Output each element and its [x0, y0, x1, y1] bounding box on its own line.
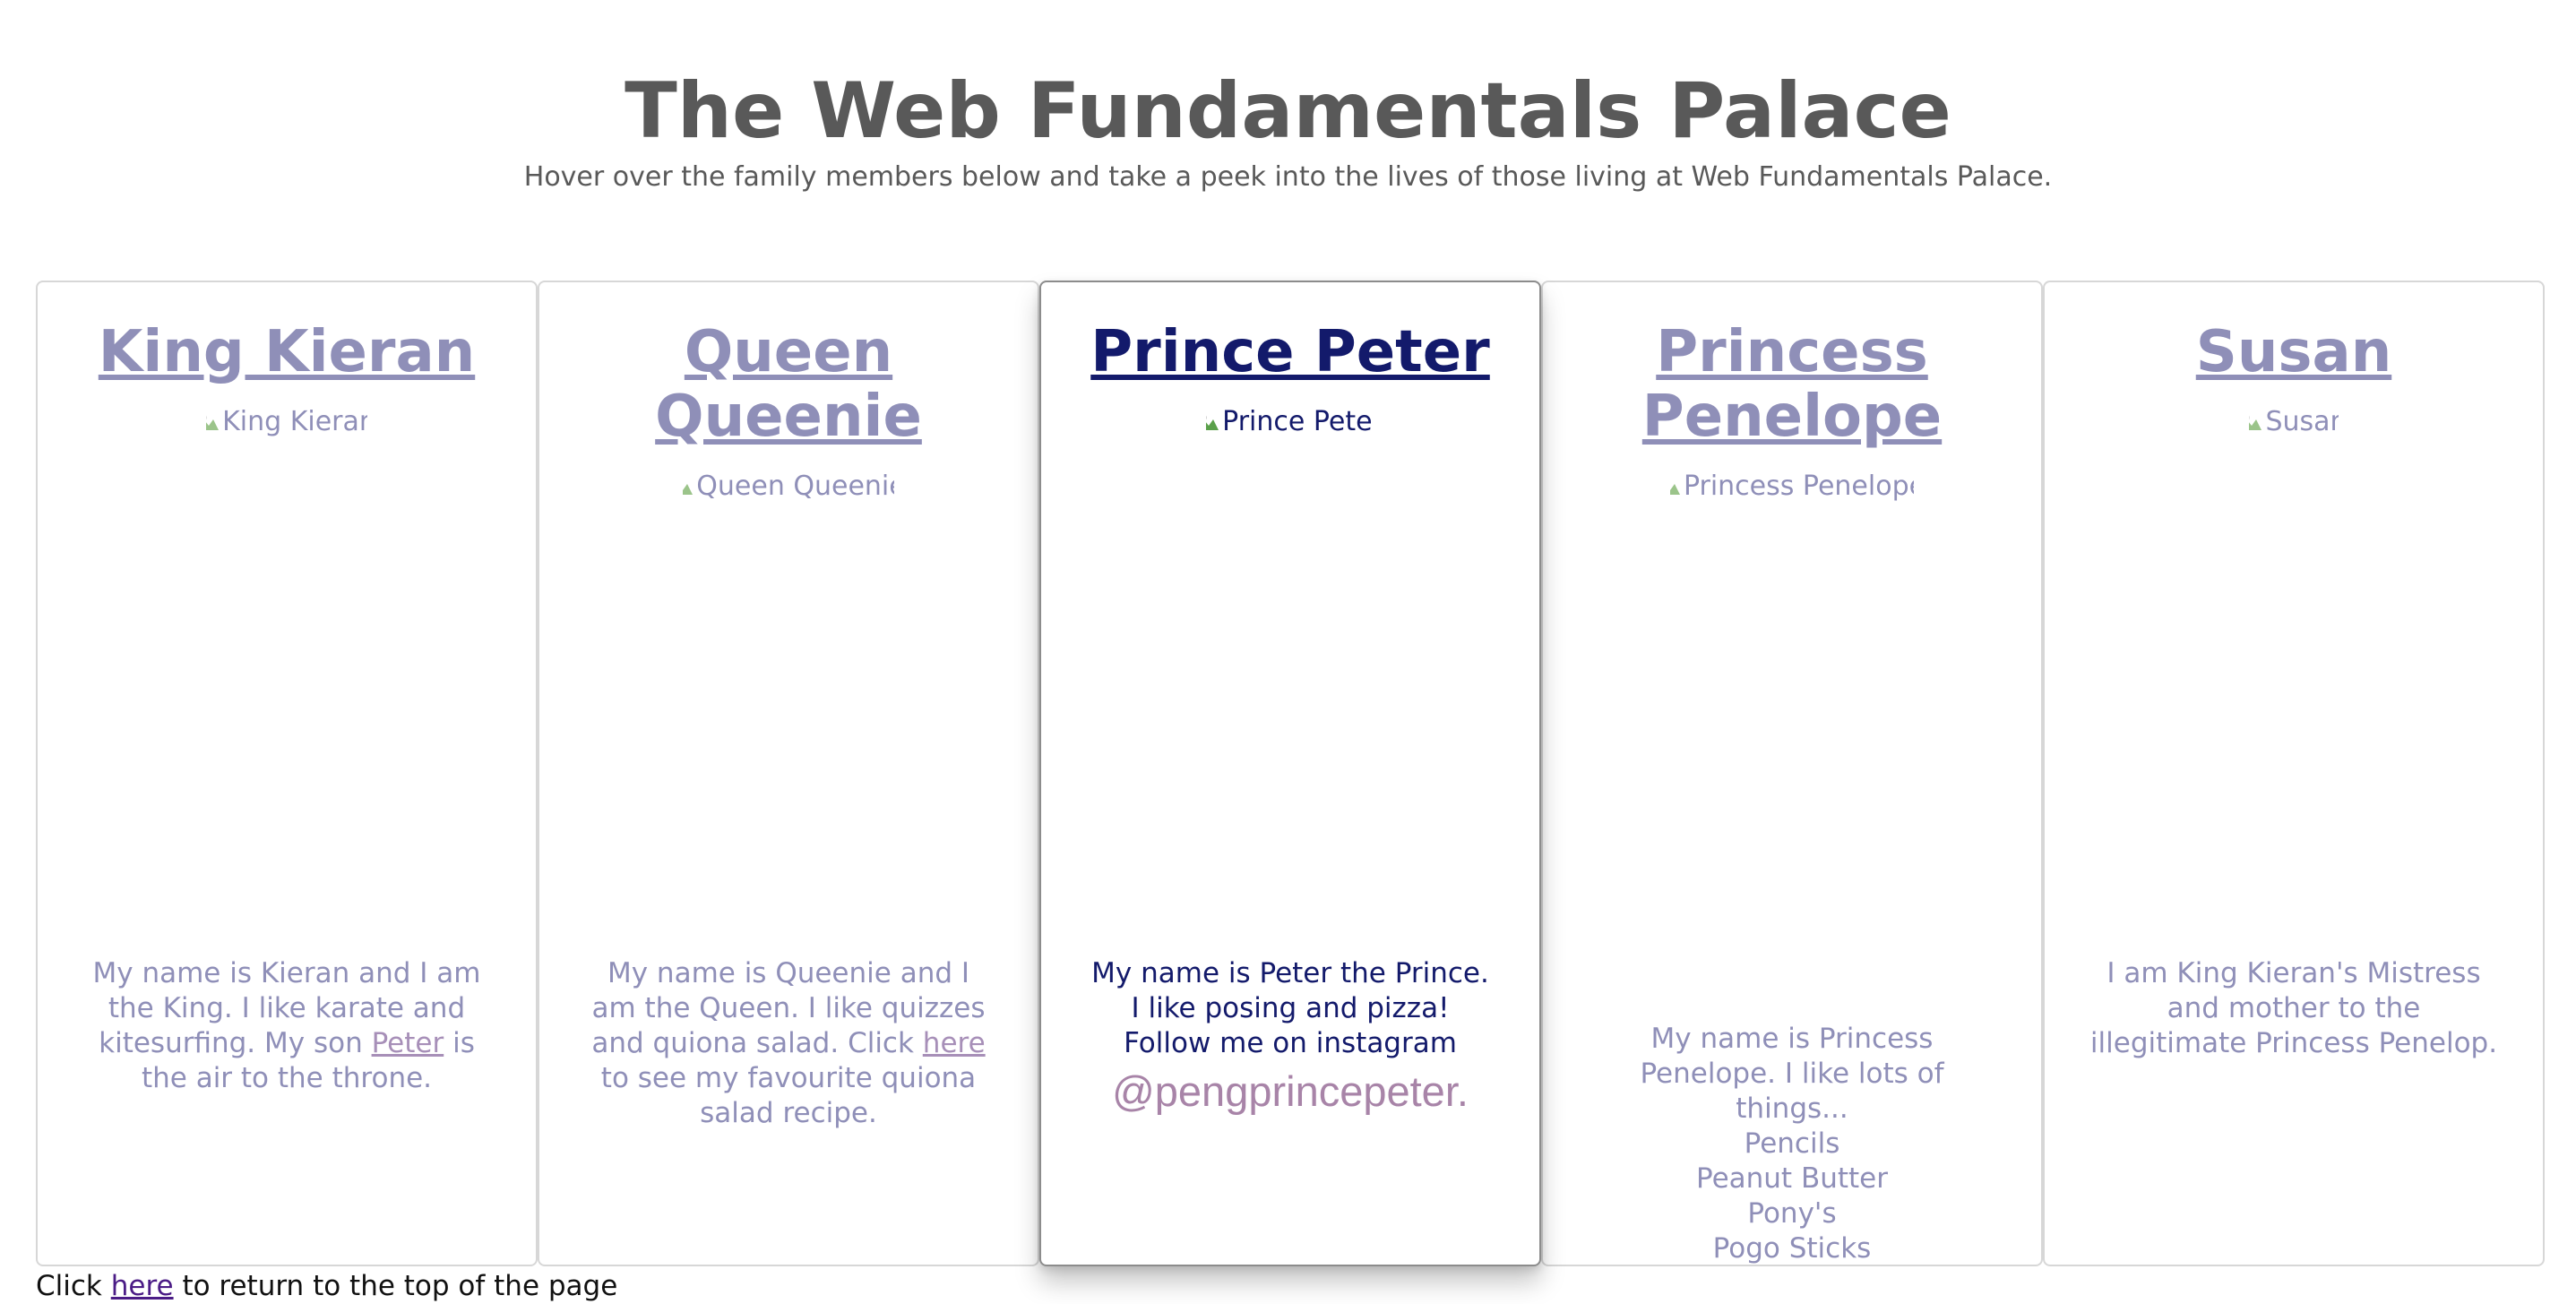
card-title-link[interactable]: King Kieran — [56, 320, 518, 384]
page-subtitle: Hover over the family members below and … — [523, 161, 2053, 193]
card-prince-peter[interactable]: Prince Peter Prince Peter My name is Pet… — [1039, 281, 1541, 1266]
list-item: Peanut Butter — [1695, 1162, 1888, 1195]
family-cards: King Kieran King Kieran My name is Kiera… — [36, 281, 2545, 1268]
instagram-handle: @pengprincepeter. — [1112, 1067, 1469, 1115]
card-queen-queenie[interactable]: Queen Queenie Queen Queenie My name is Q… — [538, 281, 1039, 1266]
card-princess-penelope[interactable]: Princess Penelope Princess Penelope My na… — [1541, 281, 2043, 1266]
card-description: My name is Queenie and I am the Queen. I… — [582, 956, 995, 1131]
page-title: The Web Fundamentals Palace — [625, 66, 1951, 156]
image-alt-text: Susan — [2265, 406, 2339, 437]
image-alt-text: Prince Peter — [1222, 406, 1374, 437]
card-title-line-1: Princess — [1656, 319, 1928, 385]
card-title-line-2: Penelope — [1641, 384, 1943, 450]
card-title-link[interactable]: Princess Penelope — [1561, 320, 2023, 449]
list-item: Pogo Sticks — [1712, 1232, 1872, 1265]
desc-text: I am King Kieran's Mistress and mother t… — [2089, 957, 2498, 1059]
broken-image: Princess Penelope — [1670, 469, 1914, 505]
card-title-link[interactable]: Susan — [2063, 320, 2525, 384]
footer: Click here to return to the top of the p… — [36, 1268, 617, 1304]
card-description: I am King Kieran's Mistress and mother t… — [2088, 956, 2500, 1061]
broken-image-icon — [1670, 477, 1682, 497]
page-header: The Web Fundamentals Palace Hover over t… — [0, 63, 2576, 195]
footer-text: Click — [36, 1270, 111, 1302]
card-susan[interactable]: Susan Susan I am King Kieran's Mistress … — [2043, 281, 2545, 1266]
broken-image-icon — [683, 477, 694, 497]
card-description: My name is Princess Penelope. I like lot… — [1586, 1022, 1998, 1266]
broken-image: Susan — [2249, 404, 2339, 440]
likes-list: Pencils Peanut Butter Pony's Pogo Sticks — [1586, 1127, 1998, 1266]
desc-text: My name is Peter the Prince. I like posi… — [1091, 957, 1489, 1059]
card-title-link[interactable]: Queen Queenie — [557, 320, 1020, 449]
image-alt-text: King Kieran — [222, 406, 367, 437]
return-to-top-link[interactable]: here — [111, 1270, 174, 1302]
card-description: My name is Kieran and I am the King. I l… — [81, 956, 493, 1096]
desc-link[interactable]: Peter — [372, 1027, 444, 1059]
list-item: Pony's — [1747, 1197, 1837, 1230]
broken-image-icon — [206, 412, 220, 432]
desc-text: My name is Princess Penelope. I like lot… — [1640, 1023, 1944, 1125]
desc-link[interactable]: here — [923, 1027, 986, 1059]
card-title-link[interactable]: Prince Peter — [1059, 320, 1521, 384]
card-description: My name is Peter the Prince. I like posi… — [1084, 956, 1496, 1118]
image-alt-text: Queen Queenie — [696, 471, 894, 502]
desc-text-after: to see my favourite quiona salad recipe. — [600, 1062, 977, 1129]
card-king-kieran[interactable]: King Kieran King Kieran My name is Kiera… — [36, 281, 538, 1266]
broken-image: Prince Peter — [1206, 404, 1374, 440]
broken-image-icon — [1206, 412, 1220, 432]
broken-image: Queen Queenie — [683, 469, 894, 505]
broken-image-icon — [2249, 412, 2263, 432]
broken-image: King Kieran — [206, 404, 367, 440]
footer-text-after: to return to the top of the page — [173, 1270, 618, 1302]
image-alt-text: Princess Penelope — [1683, 471, 1914, 502]
list-item: Pencils — [1744, 1127, 1840, 1160]
